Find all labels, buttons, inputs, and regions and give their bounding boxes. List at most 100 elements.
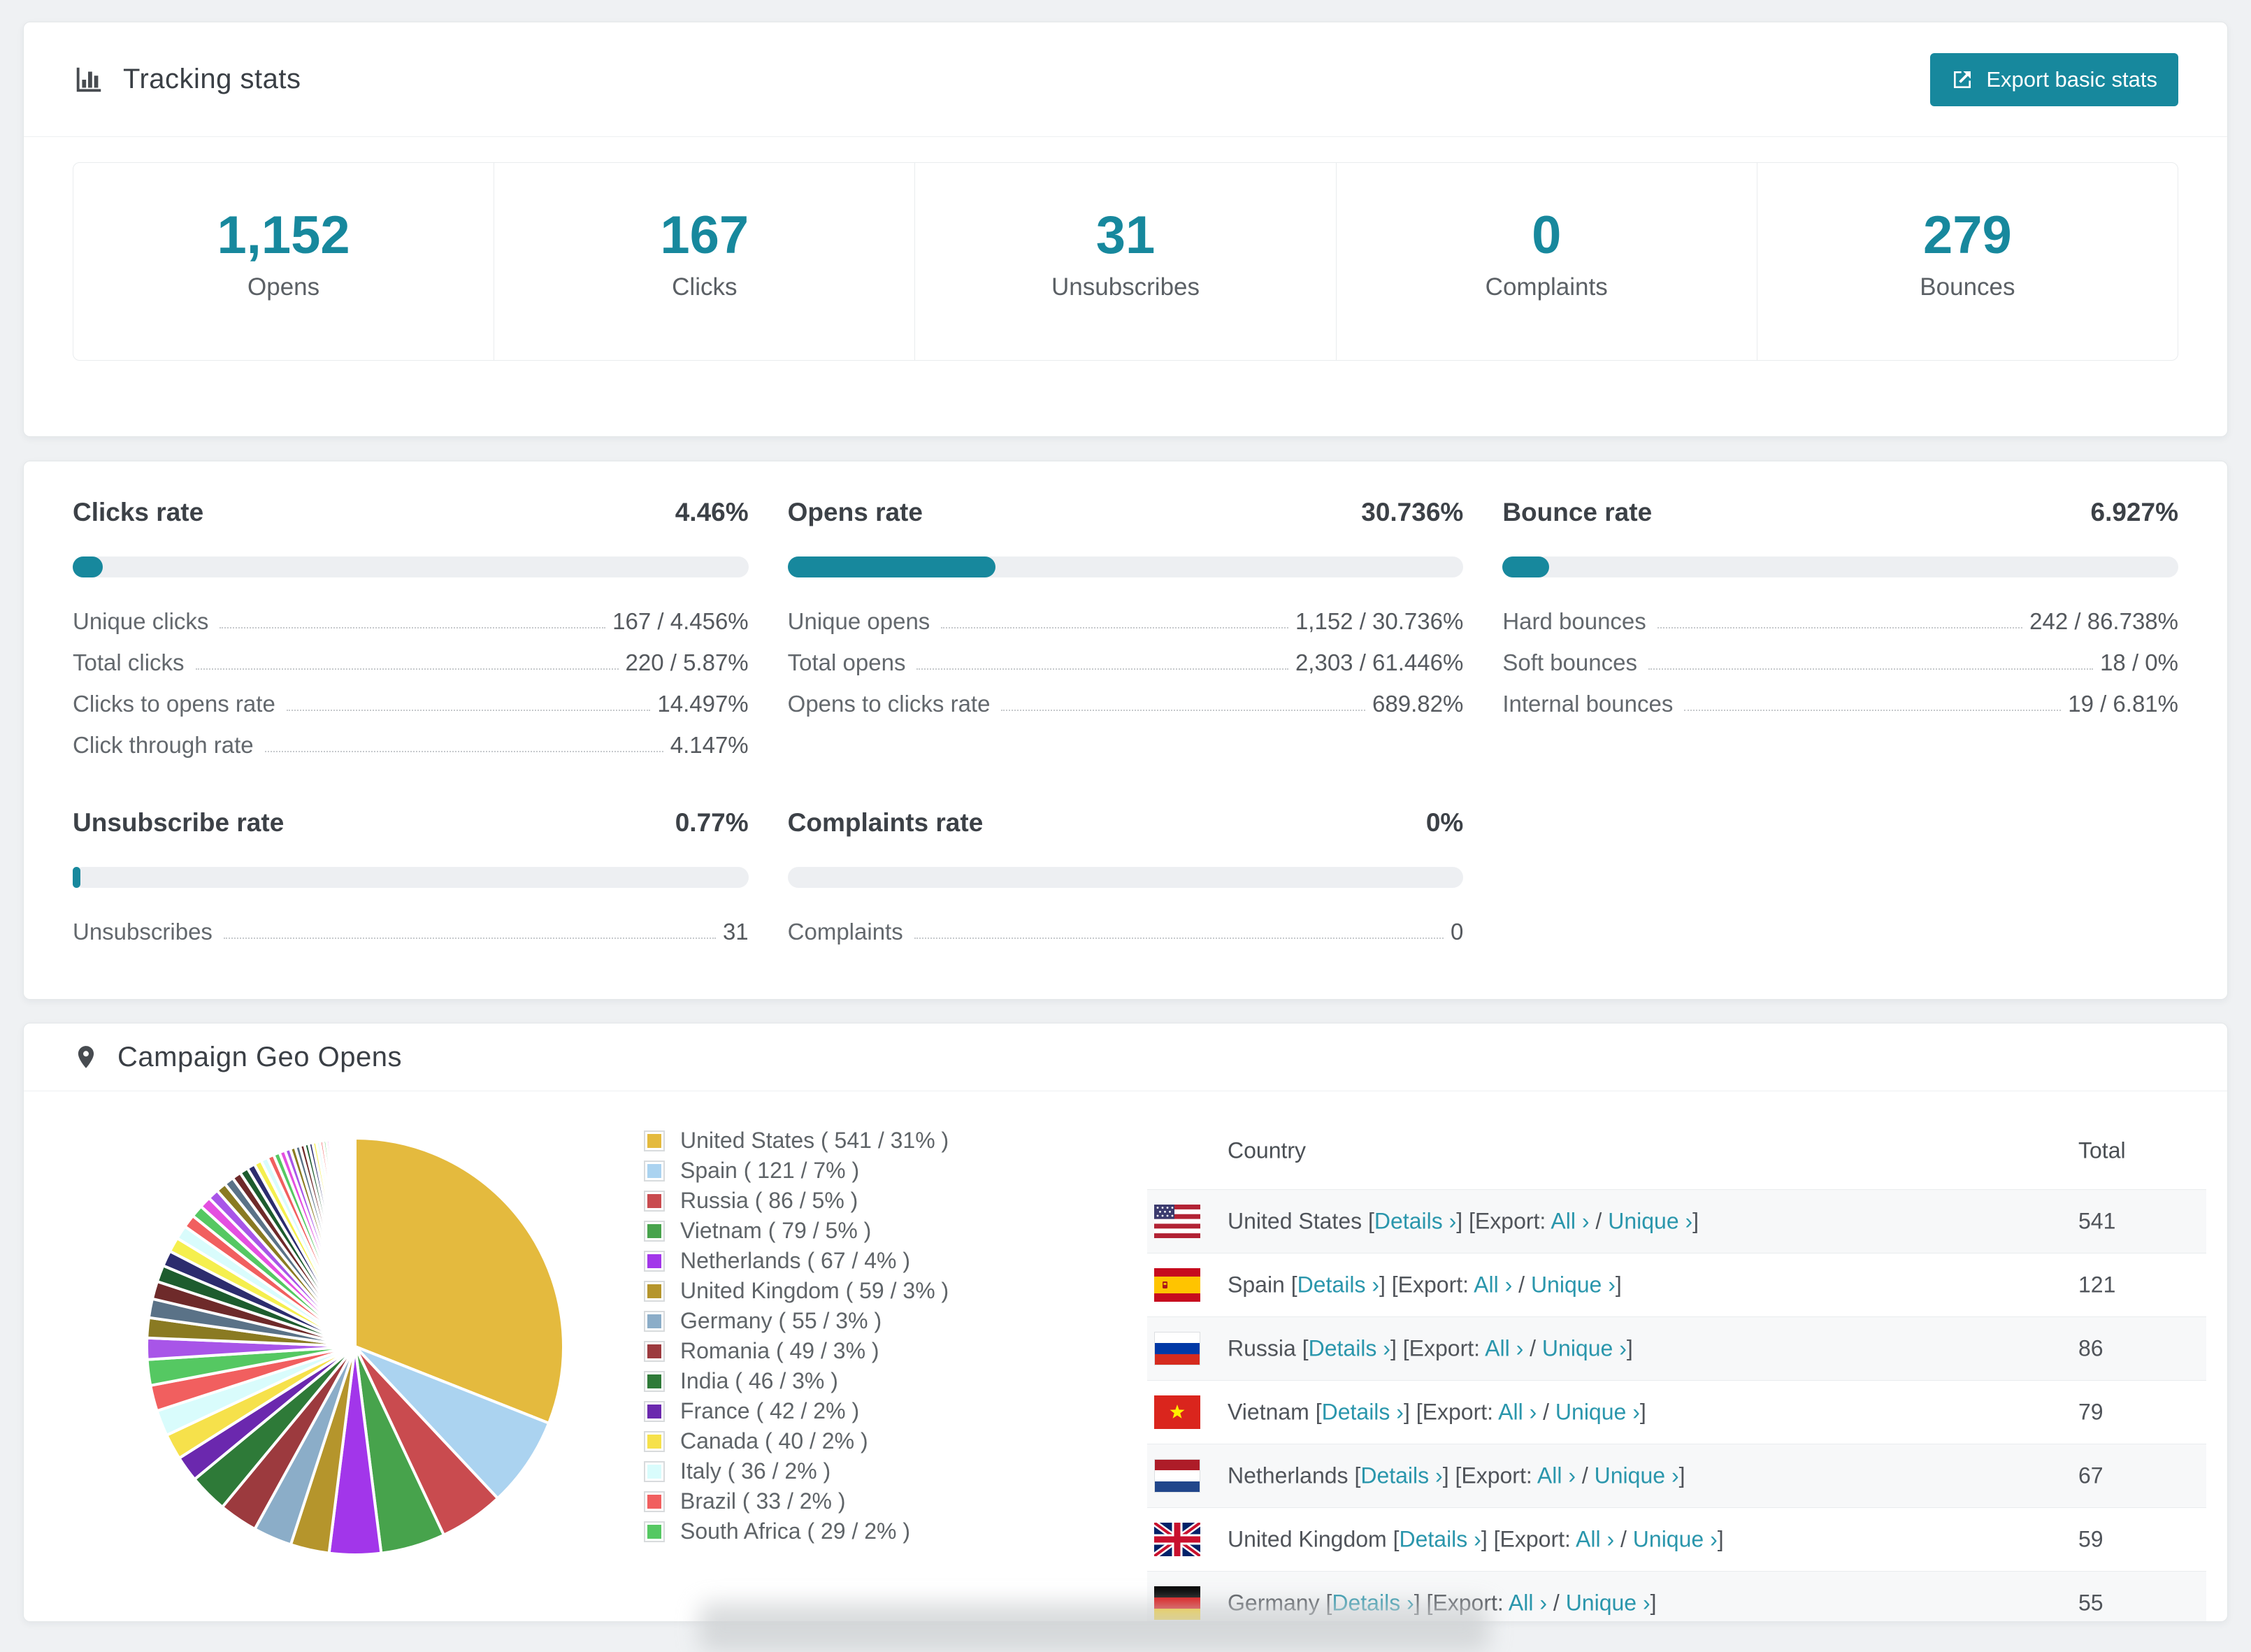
legend-swatch bbox=[644, 1370, 665, 1392]
table-body: United States [Details ›] [Export: All ›… bbox=[1147, 1189, 2206, 1621]
country-cell: Spain [Details ›] [Export: All › / Uniqu… bbox=[1228, 1272, 1622, 1298]
legend-swatch bbox=[644, 1160, 665, 1181]
export-all-link[interactable]: All › bbox=[1474, 1272, 1512, 1298]
export-all-link[interactable]: All › bbox=[1485, 1336, 1523, 1361]
summary-label-opens: Opens bbox=[247, 273, 320, 301]
rate-row: Total opens 2,303 / 61.446% bbox=[788, 649, 1464, 676]
export-unique-link[interactable]: Unique › bbox=[1542, 1336, 1627, 1361]
pie-slice-other[interactable] bbox=[352, 1136, 357, 1347]
summary-cell-unsubscribes: 31 Unsubscribes bbox=[914, 163, 1335, 360]
dotted-leader bbox=[220, 627, 606, 629]
legend-swatch bbox=[644, 1130, 665, 1151]
export-basic-stats-button[interactable]: Export basic stats bbox=[1930, 52, 2178, 106]
table-row-vietnam: Vietnam [Details ›] [Export: All › / Uni… bbox=[1147, 1380, 2206, 1444]
page-title: Tracking stats bbox=[123, 64, 301, 94]
legend-item-united-kingdom[interactable]: United Kingdom ( 59 / 3% ) bbox=[644, 1276, 949, 1306]
bar-chart-icon bbox=[73, 64, 105, 96]
details-link[interactable]: Details › bbox=[1322, 1400, 1404, 1425]
export-unique-link[interactable]: Unique › bbox=[1633, 1527, 1718, 1552]
legend-item-russia[interactable]: Russia ( 86 / 5% ) bbox=[644, 1186, 949, 1216]
legend-item-germany[interactable]: Germany ( 55 / 3% ) bbox=[644, 1306, 949, 1336]
legend-label: Canada ( 40 / 2% ) bbox=[680, 1428, 868, 1453]
export-unique-link[interactable]: Unique › bbox=[1608, 1209, 1692, 1234]
table-row-spain: Spain [Details ›] [Export: All › / Uniqu… bbox=[1147, 1253, 2206, 1316]
country-flag-icon-gb bbox=[1154, 1523, 1200, 1556]
legend-item-canada[interactable]: Canada ( 40 / 2% ) bbox=[644, 1426, 949, 1456]
rate-progress-fill bbox=[787, 556, 995, 577]
country-flag-icon-vn bbox=[1154, 1395, 1200, 1429]
location-pin-icon bbox=[73, 1044, 99, 1070]
legend-item-netherlands[interactable]: Netherlands ( 67 / 4% ) bbox=[644, 1246, 949, 1276]
summary-label-complaints: Complaints bbox=[1485, 273, 1608, 301]
dotted-leader bbox=[1657, 627, 2023, 629]
total-cell: 86 bbox=[2078, 1335, 2103, 1361]
dotted-leader bbox=[914, 938, 1444, 939]
export-all-link[interactable]: All › bbox=[1509, 1590, 1547, 1616]
legend-swatch bbox=[644, 1491, 665, 1512]
rate-progress bbox=[1502, 556, 2178, 577]
total-cell: 79 bbox=[2078, 1399, 2103, 1425]
legend-item-india[interactable]: India ( 46 / 3% ) bbox=[644, 1366, 949, 1396]
rate-title-row-unsubscribe: Unsubscribe rate 0.77% bbox=[73, 808, 749, 838]
rates-grid: Clicks rate 4.46% Unique clicks 167 / 4.456… bbox=[73, 498, 2178, 960]
export-unique-link[interactable]: Unique › bbox=[1566, 1590, 1651, 1616]
rate-detail-rows: Unique clicks 167 / 4.456% Total clicks 220… bbox=[73, 608, 749, 759]
total-cell: 541 bbox=[2078, 1208, 2116, 1234]
details-link[interactable]: Details › bbox=[1374, 1209, 1456, 1234]
export-all-link[interactable]: All › bbox=[1498, 1400, 1537, 1425]
legend-swatch bbox=[644, 1340, 665, 1362]
export-all-link[interactable]: All › bbox=[1551, 1209, 1589, 1234]
details-link[interactable]: Details › bbox=[1297, 1272, 1379, 1298]
legend-item-italy[interactable]: Italy ( 36 / 2% ) bbox=[644, 1456, 949, 1486]
export-all-link[interactable]: All › bbox=[1576, 1527, 1614, 1552]
export-unique-link[interactable]: Unique › bbox=[1531, 1272, 1616, 1298]
legend-item-brazil[interactable]: Brazil ( 33 / 2% ) bbox=[644, 1486, 949, 1516]
rate-row-value: 689.82% bbox=[1372, 691, 1464, 717]
dotted-leader bbox=[941, 627, 1288, 629]
details-link[interactable]: Details › bbox=[1360, 1463, 1442, 1488]
details-link[interactable]: Details › bbox=[1309, 1336, 1390, 1361]
legend-item-south-africa[interactable]: South Africa ( 29 / 2% ) bbox=[644, 1516, 949, 1546]
legend-item-romania[interactable]: Romania ( 49 / 3% ) bbox=[644, 1336, 949, 1366]
rate-progress-fill bbox=[1502, 556, 1550, 577]
tracking-stats-card: Tracking stats Export basic stats 1,152 O… bbox=[23, 22, 2228, 437]
export-icon bbox=[1951, 69, 1973, 91]
export-unique-link[interactable]: Unique › bbox=[1595, 1463, 1679, 1488]
export-all-link[interactable]: All › bbox=[1537, 1463, 1576, 1488]
rate-title: Clicks rate bbox=[73, 498, 204, 526]
rate-row-label: Unique opens bbox=[787, 608, 930, 634]
rate-row-label: Complaints bbox=[787, 919, 903, 944]
summary-value-opens: 1,152 bbox=[217, 206, 350, 265]
geo-pie-chart[interactable] bbox=[131, 1123, 579, 1570]
rates-card: Clicks rate 4.46% Unique clicks 167 / 4.456… bbox=[23, 461, 2228, 1000]
dotted-leader bbox=[1648, 668, 2094, 670]
rate-percent: 0% bbox=[1425, 808, 1464, 837]
export-unique-link[interactable]: Unique › bbox=[1555, 1400, 1640, 1425]
rate-row-value: 14.497% bbox=[657, 691, 749, 717]
geo-title-group: Campaign Geo Opens bbox=[73, 1042, 402, 1073]
legend-label: Russia ( 86 / 5% ) bbox=[680, 1188, 858, 1213]
rate-title: Bounce rate bbox=[1502, 498, 1653, 526]
rate-row-value: 242 / 86.738% bbox=[2029, 608, 2178, 634]
summary-value-clicks: 167 bbox=[660, 206, 749, 265]
rate-row: Soft bounces 18 / 0% bbox=[1502, 649, 2178, 676]
legend-label: France ( 42 / 2% ) bbox=[680, 1398, 860, 1423]
column-header-country: Country bbox=[1228, 1137, 1307, 1163]
rate-row: Opens to clicks rate 689.82% bbox=[788, 691, 1464, 717]
rate-row: Complaints 0 bbox=[788, 919, 1464, 945]
legend-label: Vietnam ( 79 / 5% ) bbox=[680, 1218, 872, 1243]
details-link[interactable]: Details › bbox=[1399, 1527, 1481, 1552]
legend-item-france[interactable]: France ( 42 / 2% ) bbox=[644, 1396, 949, 1426]
country-cell: Netherlands [Details ›] [Export: All › /… bbox=[1228, 1463, 1685, 1488]
export-button-label: Export basic stats bbox=[1986, 66, 2157, 92]
dotted-leader bbox=[195, 668, 619, 670]
summary-value-complaints: 0 bbox=[1532, 206, 1562, 265]
legend-item-united-states[interactable]: United States ( 541 / 31% ) bbox=[644, 1126, 949, 1156]
legend-label: Brazil ( 33 / 2% ) bbox=[680, 1488, 846, 1514]
legend-item-spain[interactable]: Spain ( 121 / 7% ) bbox=[644, 1156, 949, 1186]
rate-row: Clicks to opens rate 14.497% bbox=[73, 691, 749, 717]
rate-block-unsubscribe: Unsubscribe rate 0.77% Unsubscribes 31 bbox=[73, 808, 749, 960]
legend-item-vietnam[interactable]: Vietnam ( 79 / 5% ) bbox=[644, 1216, 949, 1246]
column-header-total: Total bbox=[2078, 1137, 2126, 1163]
legend-swatch bbox=[644, 1250, 665, 1272]
